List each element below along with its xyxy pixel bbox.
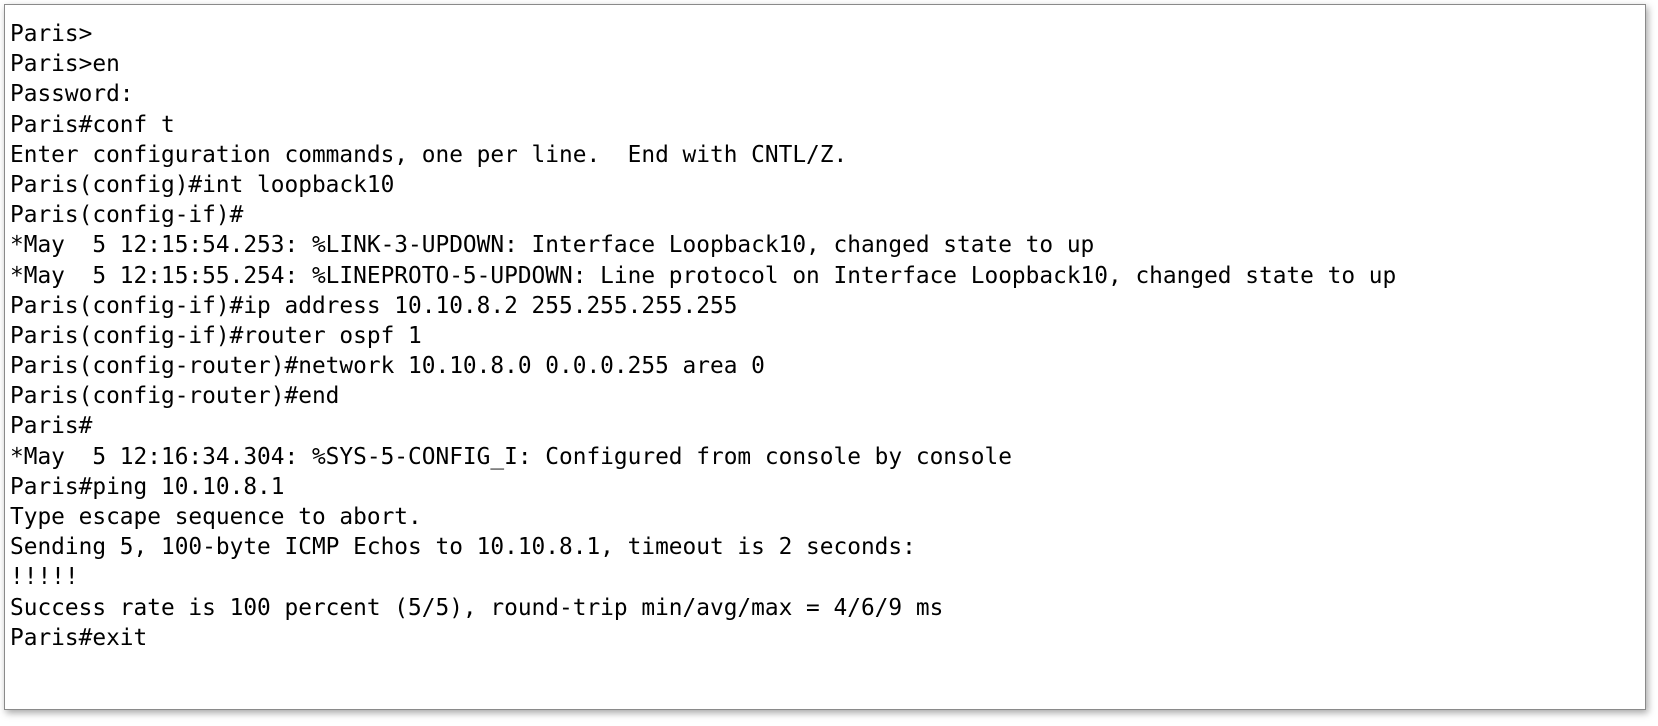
terminal-line: *May 5 12:15:54.253: %LINK-3-UPDOWN: Int… bbox=[10, 232, 1095, 259]
terminal-line: Password: bbox=[10, 81, 134, 108]
terminal-output[interactable]: Paris> Paris>en Password: Paris#conf t E… bbox=[10, 19, 1396, 653]
terminal-line: Paris(config-if)#router ospf 1 bbox=[10, 322, 422, 349]
terminal-line: Paris#ping 10.10.8.1 bbox=[10, 473, 285, 500]
terminal-line: *May 5 12:15:55.254: %LINEPROTO-5-UPDOWN… bbox=[10, 262, 1397, 289]
terminal-line: Type escape sequence to abort. bbox=[10, 504, 422, 530]
terminal-line: Paris> bbox=[10, 21, 93, 47]
terminal-line: !!!!! bbox=[10, 564, 79, 591]
terminal-line: Success rate is 100 percent (5/5), round… bbox=[10, 594, 944, 621]
terminal-line: Enter configuration commands, one per li… bbox=[10, 141, 848, 168]
terminal-line: *May 5 12:16:34.304: %SYS-5-CONFIG_I: Co… bbox=[10, 443, 1012, 470]
terminal-line: Paris(config-router)#network 10.10.8.0 0… bbox=[10, 353, 765, 380]
terminal-line: Sending 5, 100-byte ICMP Echos to 10.10.… bbox=[10, 534, 916, 561]
terminal-line: Paris#conf t bbox=[10, 111, 175, 138]
terminal-line: Paris(config-if)# bbox=[10, 202, 244, 229]
terminal-line: Paris>en bbox=[10, 51, 120, 78]
terminal-line: Paris(config)#int loopback10 bbox=[10, 171, 395, 198]
terminal-line: Paris(config-if)#ip address 10.10.8.2 25… bbox=[10, 292, 738, 319]
terminal-window[interactable]: Paris> Paris>en Password: Paris#conf t E… bbox=[4, 4, 1646, 710]
terminal-line: Paris#exit bbox=[10, 624, 148, 651]
terminal-line: Paris(config-router)#end bbox=[10, 383, 340, 410]
terminal-line: Paris# bbox=[10, 413, 93, 440]
